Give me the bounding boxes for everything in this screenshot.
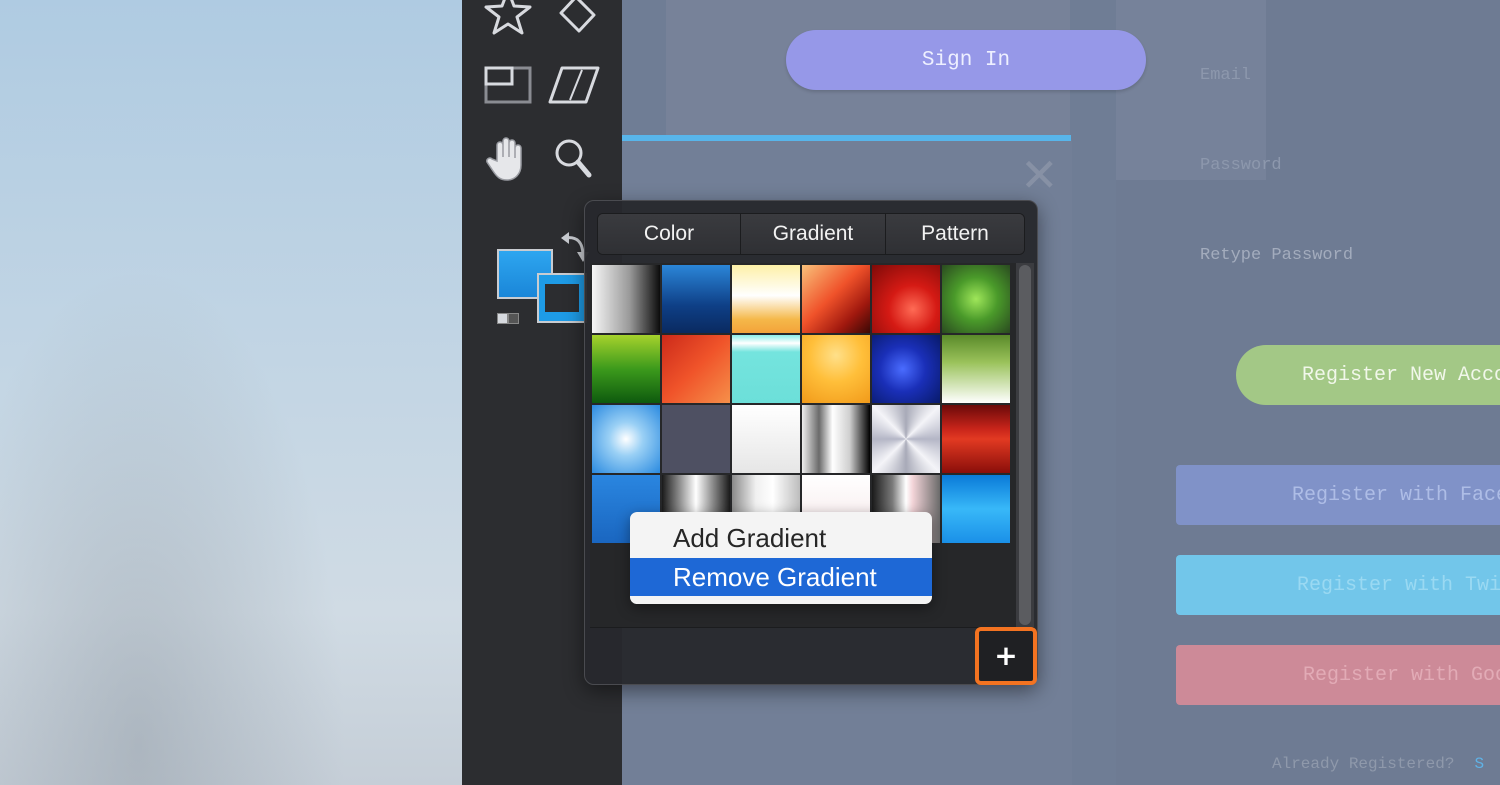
gradient-swatch[interactable] — [942, 265, 1010, 333]
email-label: Email — [1200, 66, 1252, 85]
sign-in-button[interactable]: Sign In — [786, 30, 1146, 90]
fill-type-segmented-control: Color Gradient Pattern — [597, 213, 1025, 255]
diamond-icon[interactable] — [550, 0, 602, 40]
register-google-button[interactable]: Register with Goog — [1176, 645, 1500, 705]
gradient-swatch[interactable] — [872, 265, 940, 333]
grid-scrollbar[interactable] — [1016, 263, 1034, 627]
gradient-context-menu: Add Gradient Remove Gradient — [630, 512, 932, 604]
gradient-swatch[interactable] — [802, 335, 870, 403]
gradient-swatch[interactable] — [942, 475, 1010, 543]
tab-pattern[interactable]: Pattern — [885, 214, 1024, 254]
default-colors-icon[interactable] — [497, 313, 521, 325]
parallelogram-icon[interactable] — [548, 60, 600, 112]
gradient-swatch[interactable] — [872, 405, 940, 473]
gradient-swatch[interactable] — [732, 265, 800, 333]
menu-item-add-gradient[interactable]: Add Gradient — [630, 519, 932, 557]
gradient-swatch[interactable] — [592, 405, 660, 473]
register-facebook-button[interactable]: Register with Faceb — [1176, 465, 1500, 525]
gradient-swatch[interactable] — [732, 405, 800, 473]
star-icon[interactable] — [482, 0, 534, 38]
gradient-swatch[interactable] — [802, 265, 870, 333]
register-twitter-button[interactable]: Register with Twit — [1176, 555, 1500, 615]
popover-divider — [590, 627, 1034, 628]
gradient-swatch[interactable] — [802, 405, 870, 473]
plus-icon: + — [994, 639, 1018, 672]
gradient-swatch[interactable] — [592, 265, 660, 333]
canvas-right-top — [1116, 0, 1266, 180]
tab-color[interactable]: Color — [598, 214, 740, 254]
gradient-swatch[interactable] — [662, 335, 730, 403]
register-new-account-button[interactable]: Register New Accou — [1236, 345, 1500, 405]
gradient-swatch[interactable] — [942, 335, 1010, 403]
add-gradient-button[interactable]: + — [975, 627, 1037, 685]
hand-icon[interactable] — [482, 132, 534, 184]
gradient-swatch[interactable] — [942, 405, 1010, 473]
selection-line — [622, 135, 1071, 141]
menu-item-remove-gradient[interactable]: Remove Gradient — [630, 558, 932, 596]
already-registered-label: Already Registered? — [1272, 755, 1455, 773]
frame-icon[interactable] — [482, 60, 534, 112]
stroke-color-swatch[interactable] — [537, 273, 587, 323]
fill-popover: Color Gradient Pattern — [584, 200, 1038, 685]
retype-password-label: Retype Password — [1200, 246, 1354, 265]
gradient-swatch[interactable] — [662, 405, 730, 473]
gradient-swatch[interactable] — [732, 335, 800, 403]
sign-in-link[interactable]: S — [1474, 755, 1484, 773]
magnifier-icon[interactable] — [546, 132, 598, 184]
gradient-swatch[interactable] — [872, 335, 940, 403]
gradient-swatch[interactable] — [592, 335, 660, 403]
already-registered-text: Already Registered? S — [1272, 755, 1484, 773]
tab-gradient[interactable]: Gradient — [740, 214, 885, 254]
scroll-thumb[interactable] — [1019, 265, 1031, 625]
gradient-swatch[interactable] — [662, 265, 730, 333]
password-label: Password — [1200, 156, 1282, 175]
close-icon: ✕ — [1020, 148, 1059, 202]
desktop-background — [0, 0, 462, 785]
